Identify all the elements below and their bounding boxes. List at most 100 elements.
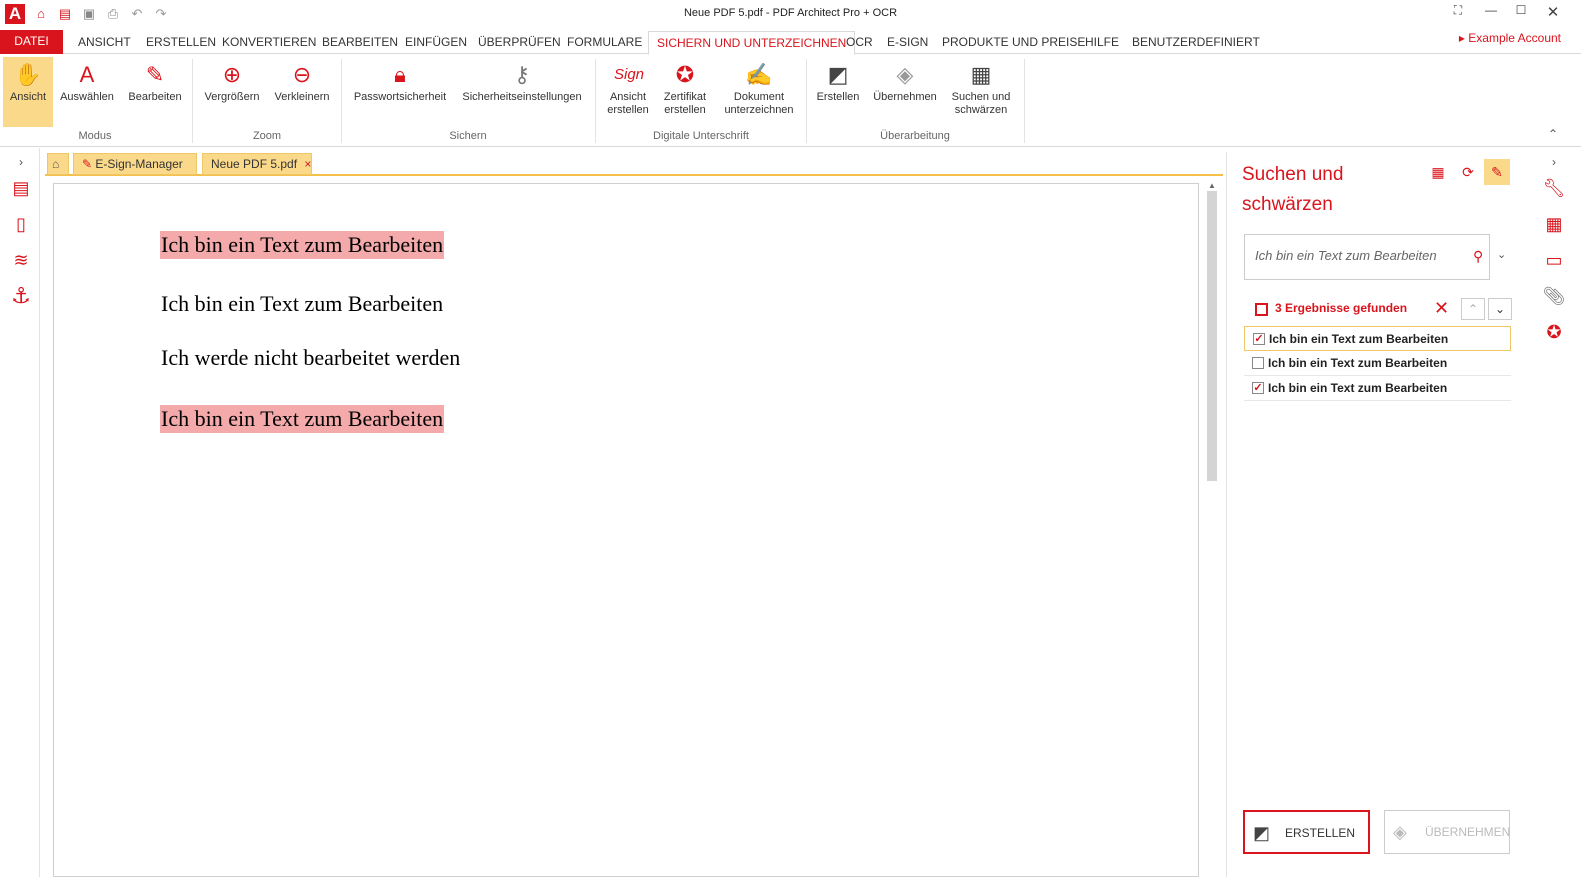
ribbon-separator: [1024, 59, 1025, 143]
sicherheitseinstellungen-label: Sicherheitseinstellungen: [462, 91, 582, 103]
document-tabs: ⌂ ✎ E-Sign-Manager Neue PDF 5.pdf ×: [45, 152, 1223, 176]
tab-erstellen[interactable]: ERSTELLEN: [138, 31, 224, 54]
panel-title-line1: Suchen und: [1242, 164, 1344, 185]
seal-icon[interactable]: ✪: [1540, 318, 1568, 346]
apply-redaction-icon: ◈: [896, 62, 914, 87]
esign-icon: ✎: [82, 157, 93, 171]
dokument-unterzeichnen-button[interactable]: ✍ Dokument unterzeichnen: [718, 57, 800, 127]
document-line[interactable]: Ich bin ein Text zum Bearbeiten: [160, 290, 444, 318]
select-all-checkbox[interactable]: [1255, 303, 1268, 316]
clear-results-icon[interactable]: ✕: [1434, 298, 1449, 319]
uebernehmen-button-label: ÜBERNEHMEN: [1425, 825, 1511, 839]
attachment-icon[interactable]: 📎︎: [1540, 282, 1568, 310]
tab-produkte-und-preise[interactable]: PRODUKTE UND PREISE: [934, 31, 1093, 54]
uebernehmen-redaction-label: Übernehmen: [873, 91, 937, 103]
sicherheitseinstellungen-button[interactable]: ⚷ Sicherheitseinstellungen: [456, 57, 588, 127]
vergroessern-label: Vergrößern: [204, 91, 260, 103]
zertifikat-erstellen-label: Zertifikat erstellen: [663, 91, 707, 116]
expand-left-icon[interactable]: ›: [9, 150, 33, 174]
account-link[interactable]: ▸ Example Account: [1459, 31, 1561, 45]
previous-result-button[interactable]: ⌃: [1461, 298, 1485, 320]
result-item[interactable]: ✓ Ich bin ein Text zum Bearbeiten: [1244, 326, 1511, 351]
tab-datei[interactable]: DATEI: [0, 30, 63, 54]
scrollbar-thumb[interactable]: [1207, 191, 1217, 481]
collapse-ribbon-icon[interactable]: ⌃: [1548, 127, 1558, 141]
search-icon[interactable]: ⚲: [1473, 248, 1483, 265]
document-line-highlighted[interactable]: Ich bin ein Text zum Bearbeiten: [160, 231, 445, 259]
redact-marks-icon[interactable]: ▦: [1425, 159, 1451, 185]
zoom-in-icon: ⊕: [222, 62, 242, 87]
tab-hilfe[interactable]: HILFE: [1077, 31, 1127, 54]
uebernehmen-button[interactable]: ◈ ÜBERNEHMEN: [1384, 810, 1510, 854]
home-tab-icon[interactable]: ⌂: [47, 153, 69, 175]
restore-icon[interactable]: ⛶: [1443, 3, 1473, 21]
search-input[interactable]: Ich bin ein Text zum Bearbeiten: [1244, 234, 1490, 280]
tab-konvertieren[interactable]: KONVERTIEREN: [214, 31, 324, 54]
auswaehlen-label: Auswählen: [60, 91, 114, 103]
modus-group-label: Modus: [78, 130, 112, 142]
digitale-unterschrift-group-label: Digitale Unterschrift: [653, 130, 749, 142]
search-redact-panel: Suchen und schwärzen ▦ ⟳ ✎ Ich bin ein T…: [1226, 152, 1529, 877]
close-tab-icon[interactable]: ×: [304, 157, 311, 171]
search-options-chevron-icon[interactable]: ⌄: [1497, 248, 1506, 261]
tab-e-sign-manager[interactable]: ✎ E-Sign-Manager: [73, 153, 197, 175]
result-item[interactable]: ✓ Ich bin ein Text zum Bearbeiten: [1244, 376, 1511, 401]
next-result-button[interactable]: ⌄: [1488, 298, 1512, 320]
erstellen-button[interactable]: ◩ ERSTELLEN: [1243, 810, 1370, 854]
password-lock-icon: 🔒︎: [394, 62, 406, 87]
suchen-und-schwaerzen-button[interactable]: ▦ Suchen und schwärzen: [946, 57, 1016, 127]
left-nav-bar: › ▤ ▯ ≋ ⚓︎: [0, 148, 40, 877]
result-item[interactable]: Ich bin ein Text zum Bearbeiten: [1244, 351, 1511, 376]
tab-neue-pdf-5[interactable]: Neue PDF 5.pdf ×: [202, 153, 312, 175]
ansicht-mode-button[interactable]: ✋ Ansicht: [3, 57, 53, 127]
tab-bearbeiten[interactable]: BEARBEITEN: [314, 31, 406, 54]
tab-benutzerdefiniert[interactable]: BENUTZERDEFINIERT: [1124, 31, 1268, 54]
tab-ansicht[interactable]: ANSICHT: [70, 31, 139, 54]
document-line[interactable]: Ich werde nicht bearbeitet werden: [160, 344, 461, 372]
search-input-value: Ich bin ein Text zum Bearbeiten: [1255, 248, 1437, 263]
expand-right-icon[interactable]: ›: [1540, 148, 1568, 176]
anchor-icon[interactable]: ⚓︎: [9, 284, 33, 308]
document-scrollbar[interactable]: ▲: [1205, 181, 1219, 877]
tab-einfuegen[interactable]: EINFÜGEN: [397, 31, 475, 54]
wrench-icon[interactable]: 🔧︎: [1540, 174, 1568, 202]
layers-icon[interactable]: ≋: [9, 248, 33, 272]
hand-icon: ✋: [14, 62, 42, 87]
erstellen-redaction-label: Erstellen: [816, 91, 860, 103]
tab-ocr[interactable]: OCR: [838, 31, 881, 54]
result-checkbox-checked[interactable]: ✓: [1253, 333, 1265, 345]
passwortsicherheit-label: Passwortsicherheit: [353, 91, 447, 103]
ansicht-erstellen-button[interactable]: Sign Ansicht erstellen: [602, 57, 654, 127]
panel-title: Suchen und schwärzen: [1242, 160, 1343, 220]
result-checkbox[interactable]: [1252, 357, 1264, 369]
search-redact-icon: ▦: [970, 62, 992, 87]
uebernehmen-redaction-button[interactable]: ◈ Übernehmen: [868, 57, 942, 127]
auswaehlen-button[interactable]: A Auswählen: [56, 57, 118, 127]
comments-icon[interactable]: ▭: [1540, 246, 1568, 274]
account-label: Example Account: [1468, 31, 1561, 45]
tab-ueberpruefen[interactable]: ÜBERPRÜFEN: [470, 31, 569, 54]
erstellen-redaction-button[interactable]: ◩ Erstellen: [812, 57, 864, 127]
passwortsicherheit-button[interactable]: 🔒︎ Passwortsicherheit: [349, 57, 451, 127]
zertifikat-erstellen-button[interactable]: ✪ Zertifikat erstellen: [657, 57, 713, 127]
result-checkbox-checked[interactable]: ✓: [1252, 382, 1264, 394]
verkleinern-button[interactable]: ⊖ Verkleinern: [269, 57, 335, 127]
bookmarks-icon[interactable]: ▯: [9, 212, 33, 236]
tab-e-sign[interactable]: E-SIGN: [879, 31, 936, 54]
vergroessern-button[interactable]: ⊕ Vergrößern: [200, 57, 264, 127]
redact-tool-icon[interactable]: ▦: [1540, 210, 1568, 238]
tab-formulare[interactable]: FORMULARE: [559, 31, 650, 54]
redact-search-icon[interactable]: ✎: [1484, 159, 1510, 185]
scroll-up-icon[interactable]: ▲: [1208, 181, 1216, 190]
bearbeiten-button[interactable]: ✎ Bearbeiten: [123, 57, 187, 127]
dokument-unterzeichnen-label: Dokument unterzeichnen: [724, 91, 794, 116]
result-text: Ich bin ein Text zum Bearbeiten: [1269, 332, 1449, 346]
document-line-highlighted[interactable]: Ich bin ein Text zum Bearbeiten: [160, 405, 445, 433]
close-icon[interactable]: ✕: [1538, 3, 1568, 21]
thumbnails-icon[interactable]: ▤: [9, 176, 33, 200]
maximize-icon[interactable]: ☐: [1506, 3, 1536, 21]
redact-refresh-icon[interactable]: ⟳: [1455, 159, 1481, 185]
minimize-icon[interactable]: —: [1476, 3, 1506, 21]
tab-sichern-und-unterzeichnen[interactable]: SICHERN UND UNTERZEICHNEN: [648, 31, 856, 55]
document-page[interactable]: Ich bin ein Text zum Bearbeiten Ich bin …: [53, 183, 1199, 877]
